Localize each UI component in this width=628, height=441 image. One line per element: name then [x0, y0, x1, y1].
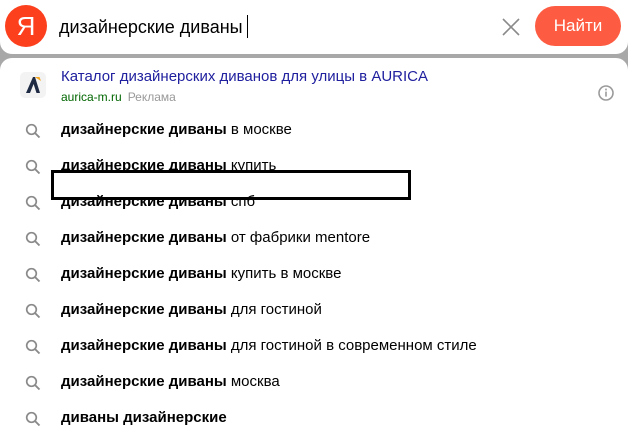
search-icon — [25, 375, 41, 391]
suggestion-text: дизайнерские диваны от фабрики mentore — [61, 229, 370, 247]
info-icon[interactable] — [597, 84, 615, 102]
search-icon — [25, 411, 41, 427]
search-icon — [25, 339, 41, 355]
suggestion-completion: для гостиной в современном стиле — [226, 337, 477, 354]
search-button[interactable]: Найти — [535, 6, 621, 46]
clear-icon[interactable] — [499, 15, 523, 39]
highlight-frame — [51, 170, 411, 200]
search-bar: Я дизайнерские диваны Найти — [0, 0, 628, 54]
search-icon — [25, 267, 41, 283]
suggestion-text: дизайнерские диваны купить в москве — [61, 265, 341, 283]
suggestion-completion: в москве — [226, 121, 292, 138]
yandex-logo[interactable]: Я — [5, 5, 47, 47]
text-caret — [247, 15, 248, 38]
search-input[interactable]: дизайнерские диваны — [59, 14, 243, 40]
suggestion-match: дизайнерские диваны — [61, 121, 227, 138]
suggestion-text: дизайнерские диваны для гостиной — [61, 301, 322, 319]
suggestion-text: дизайнерские диваны москва — [61, 373, 280, 391]
search-icon — [25, 195, 41, 211]
suggestion-completion: для гостиной — [226, 301, 322, 318]
suggestion-item[interactable]: дизайнерские диваны москва — [0, 364, 628, 400]
search-icon — [25, 303, 41, 319]
suggestion-text: диваны дизайнерские — [61, 409, 227, 427]
suggestion-match: дизайнерские диваны — [61, 265, 227, 282]
suggestion-item[interactable]: диваны дизайнерские — [0, 400, 628, 436]
ad-meta: aurica-m.ru Реклама — [61, 90, 176, 104]
suggestion-match: диваны дизайнерские — [61, 409, 227, 426]
suggestion-completion: купить в москве — [226, 265, 342, 282]
ad-title-link[interactable]: Каталог дизайнерских диванов для улицы в… — [61, 68, 428, 86]
search-icon — [25, 159, 41, 175]
suggestion-item[interactable]: дизайнерские диваны для гостиной в совре… — [0, 328, 628, 364]
suggestion-item[interactable]: дизайнерские диваны для гостиной — [0, 292, 628, 328]
suggestion-completion: москва — [226, 373, 280, 390]
ad-label: Реклама — [127, 90, 176, 104]
suggestion-match: дизайнерские диваны — [61, 337, 227, 354]
aurica-logo-icon — [20, 72, 46, 98]
suggestion-match: дизайнерские диваны — [61, 373, 227, 390]
search-icon — [25, 123, 41, 139]
suggestion-text: дизайнерские диваны в москве — [61, 121, 292, 139]
ad-domain[interactable]: aurica-m.ru — [61, 90, 122, 104]
suggestion-item[interactable]: дизайнерские диваны в москве — [0, 112, 628, 148]
suggestion-text: дизайнерские диваны для гостиной в совре… — [61, 337, 477, 355]
suggestion-completion: от фабрики mentore — [226, 229, 371, 246]
suggestion-item[interactable]: дизайнерские диваны купить в москве — [0, 256, 628, 292]
search-icon — [25, 231, 41, 247]
ad-suggestion[interactable]: Каталог дизайнерских диванов для улицы в… — [0, 64, 628, 110]
suggestion-item[interactable]: дизайнерские диваны от фабрики mentore — [0, 220, 628, 256]
suggestion-match: дизайнерские диваны — [61, 301, 227, 318]
suggestion-match: дизайнерские диваны — [61, 229, 227, 246]
